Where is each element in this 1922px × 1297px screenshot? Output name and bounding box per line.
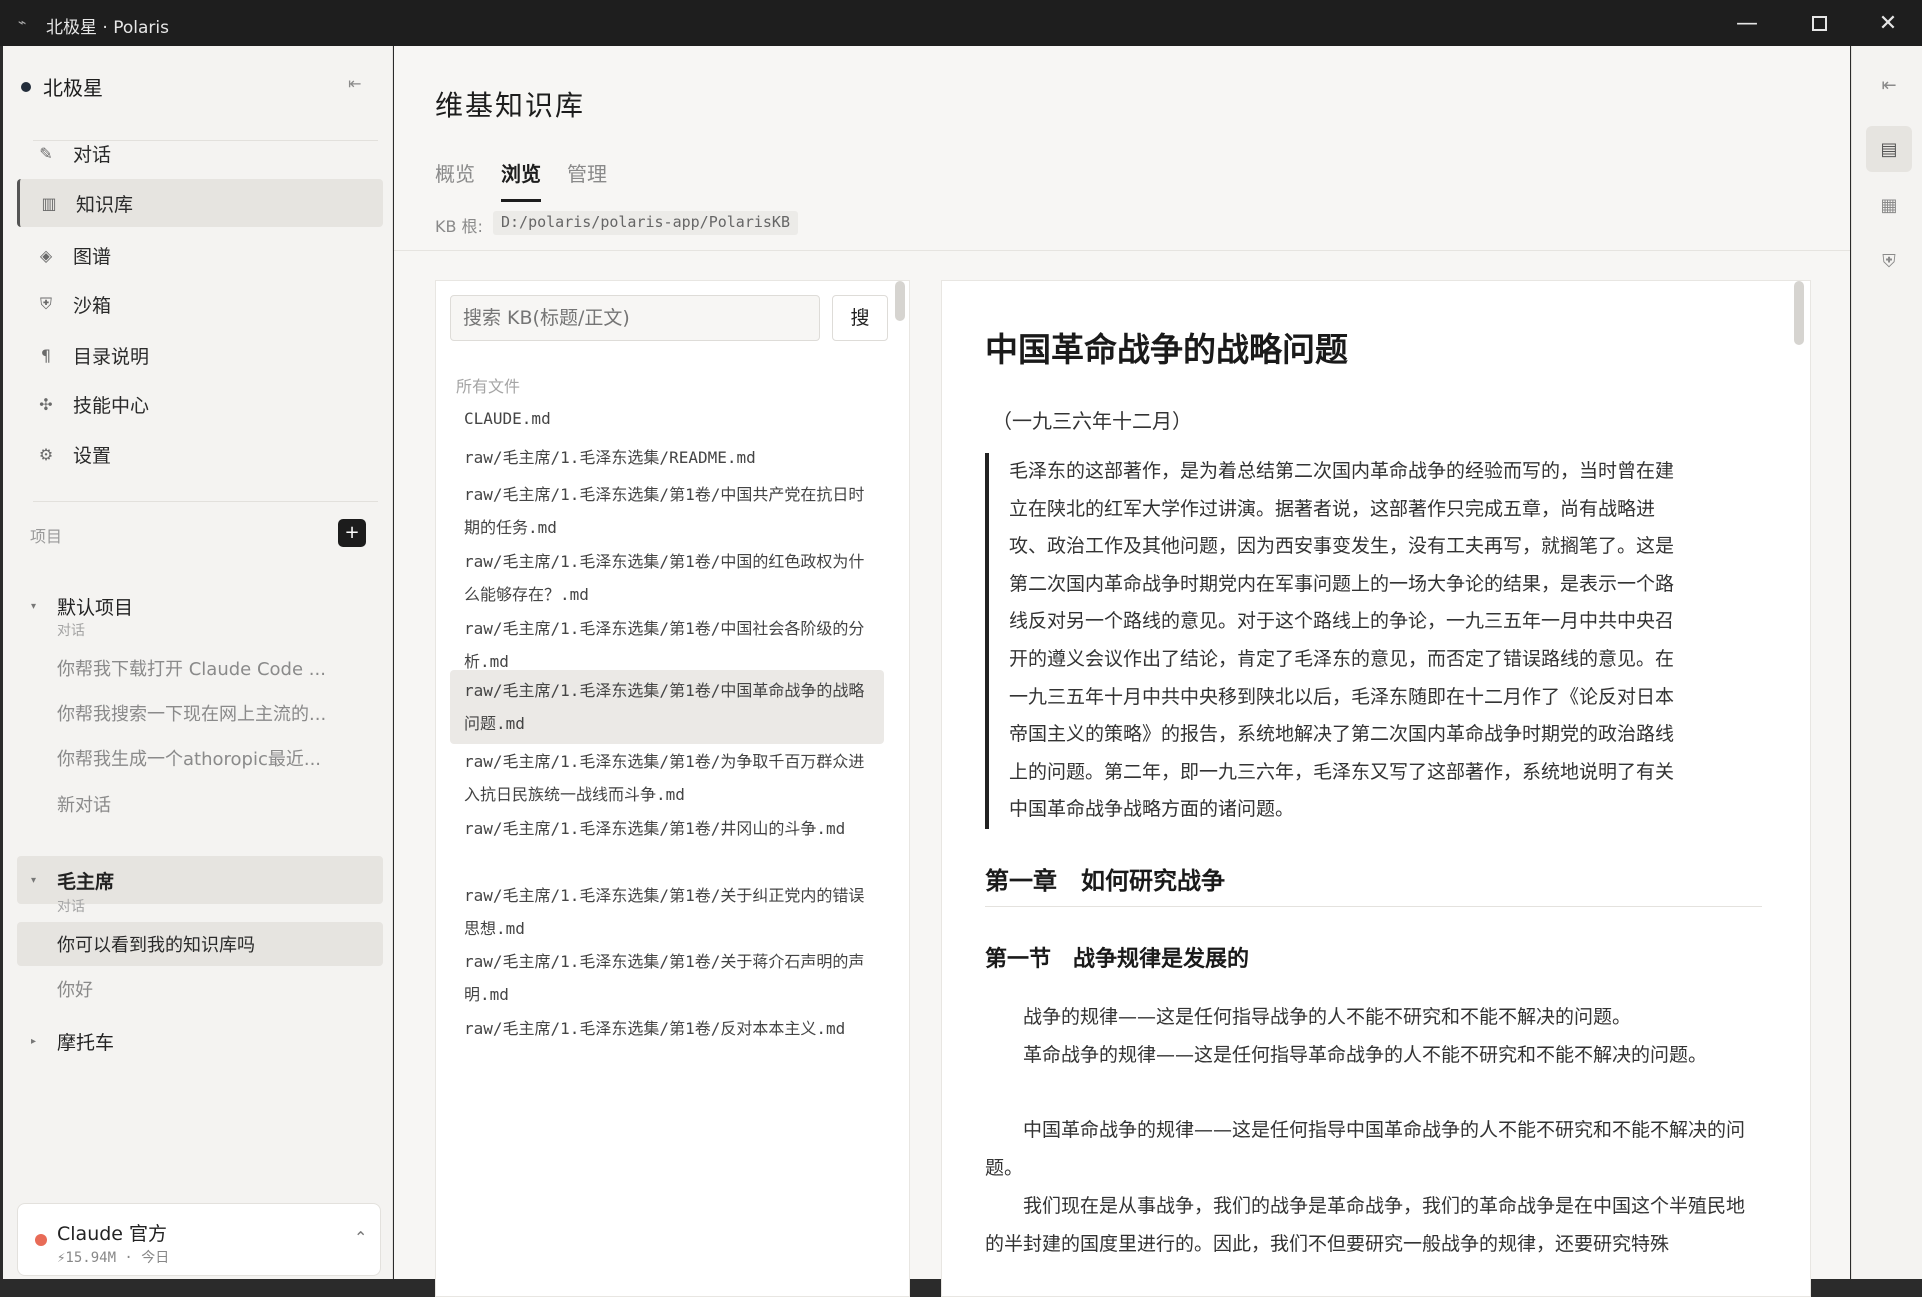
scrollbar-thumb[interactable]	[1794, 281, 1804, 345]
search-button[interactable]: 搜	[832, 295, 888, 341]
model-name: Claude 官方	[57, 1223, 168, 1245]
nav-label: 目录说明	[73, 345, 150, 368]
file-item[interactable]: raw/毛主席/1.毛泽东选集/第1卷/反对本本主义.md	[450, 1012, 884, 1045]
projects-label: 项目	[30, 527, 63, 546]
project-name: 默认项目	[57, 596, 134, 619]
file-list-panel: 搜 所有文件 CLAUDE.md raw/毛主席/1.毛泽东选集/README.…	[435, 280, 910, 1297]
document-preface-quote: 毛泽东的这部著作，是为着总结第二次国内革命战争的经验而写的，当时曾在建立在陕北的…	[985, 453, 1685, 829]
file-item[interactable]: raw/毛主席/1.毛泽东选集/第1卷/关于纠正党内的错误思想.md	[450, 879, 884, 945]
paragraph: 战争的规律——这是任何指导战争的人不能不研究和不能不解决的问题。	[1023, 1006, 1632, 1028]
nav-item-chat[interactable]: ✎ 对话	[17, 129, 383, 177]
nav-item-settings[interactable]: ⚙ 设置	[17, 430, 383, 478]
gear-icon: ⚙	[38, 444, 54, 464]
chevron-up-icon: ⌃	[354, 1228, 368, 1247]
grid-icon[interactable]: ▦	[1866, 182, 1912, 228]
nav-label: 对话	[73, 143, 112, 166]
document-title: 中国革命战争的战略问题	[985, 330, 1348, 369]
title-bar: ⌁ 北极星 · Polaris — ✕	[0, 0, 1922, 46]
caret-right-icon: ▸	[31, 1035, 37, 1047]
divider	[985, 906, 1762, 907]
paragraph-icon: ¶	[40, 345, 52, 365]
sidebar: 北极星 ⇤ ✎ 对话 ▥ 知识库 ◈ 图谱 ⛨ 沙箱 ¶ 目录说明 ✣ 技能中心…	[3, 46, 393, 1279]
conversations-label: 对话	[57, 899, 85, 915]
right-rail: ⇤ ▤ ▦ ⛨	[1851, 46, 1922, 1279]
pen-icon: ✎	[39, 143, 53, 163]
file-item[interactable]: raw/毛主席/1.毛泽东选集/第1卷/为争取千百万群众进入抗日民族统一战线而斗…	[450, 745, 884, 811]
file-item[interactable]: raw/毛主席/1.毛泽东选集/第1卷/中国的红色政权为什么能够存在？.md	[450, 545, 884, 611]
conversation-item[interactable]: 新对话	[17, 782, 383, 826]
conversation-item[interactable]: 你可以看到我的知识库吗	[17, 922, 383, 966]
add-project-button[interactable]: +	[338, 519, 366, 547]
graph-icon: ◈	[39, 245, 53, 265]
nav-item-graph[interactable]: ◈ 图谱	[17, 231, 383, 279]
kb-root-label: KB 根:	[435, 217, 483, 236]
collapse-sidebar-icon[interactable]: ⇤	[348, 74, 361, 93]
link-icon: ⌁	[18, 15, 27, 31]
maximize-icon	[1811, 15, 1827, 31]
brand-dot-icon	[21, 81, 31, 92]
nav-label: 图谱	[73, 245, 112, 268]
file-item[interactable]: raw/毛主席/1.毛泽东选集/第1卷/中国社会各阶级的分析.md	[450, 612, 884, 678]
minimize-button[interactable]: —	[1711, 0, 1783, 46]
conversation-item[interactable]: 你好	[17, 967, 383, 1011]
project-name: 毛主席	[57, 870, 115, 893]
tab-browse[interactable]: 浏览	[501, 158, 541, 202]
document-date: （一九三六年十二月）	[992, 409, 1192, 433]
kb-root-path: D:/polaris/polaris-app/PolarisKB	[493, 211, 798, 235]
divider	[33, 501, 378, 502]
caret-down-icon: ▾	[31, 600, 37, 612]
shield-plus-icon[interactable]: ⛨	[1866, 238, 1912, 284]
divider	[394, 250, 1850, 251]
nav-item-skills[interactable]: ✣ 技能中心	[17, 380, 383, 428]
collapse-panel-icon[interactable]: ⇤	[1866, 62, 1912, 108]
puzzle-icon: ✣	[39, 394, 53, 414]
conversation-item[interactable]: 你帮我搜索一下现在网上主流的...	[17, 691, 383, 735]
nav-item-sandbox[interactable]: ⛨ 沙箱	[17, 280, 383, 328]
section-heading: 第一节 战争规律是发展的	[985, 946, 1250, 972]
nav-item-directory[interactable]: ¶ 目录说明	[17, 331, 383, 379]
paragraph: 我们现在是从事战争，我们的战争是革命战争，我们的革命战争是在中国这个半殖民地的半…	[985, 1195, 1746, 1255]
window-title: 北极星 · Polaris	[46, 18, 169, 38]
tab-overview[interactable]: 概览	[435, 158, 475, 199]
shield-icon: ⛨	[39, 294, 52, 313]
model-usage: ⚡15.94M · 今日	[57, 1250, 170, 1266]
nav-label: 沙箱	[73, 294, 112, 317]
brand-name: 北极星	[43, 76, 103, 100]
document-icon[interactable]: ▤	[1866, 126, 1912, 172]
nav-label: 知识库	[76, 193, 134, 216]
brand: 北极星	[21, 72, 103, 101]
file-item[interactable]: raw/毛主席/1.毛泽东选集/第1卷/关于蒋介石声明的声明.md	[450, 945, 884, 1011]
file-item[interactable]: raw/毛主席/1.毛泽东选集/第1卷/井冈山的斗争.md	[450, 812, 884, 845]
paragraph: 中国革命战争的规律——这是任何指导中国革命战争的人不能不研究和不能不解决的问题。	[985, 1119, 1746, 1179]
document-viewer: 中国革命战争的战略问题 （一九三六年十二月） 毛泽东的这部著作，是为着总结第二次…	[941, 280, 1811, 1297]
nav-label: 技能中心	[73, 394, 150, 417]
library-icon: ▥	[41, 193, 57, 213]
nav-item-knowledge-base[interactable]: ▥ 知识库	[17, 179, 383, 227]
tab-manage[interactable]: 管理	[567, 158, 607, 199]
project-name: 摩托车	[57, 1031, 115, 1054]
status-dot-icon	[35, 1234, 47, 1246]
model-selector[interactable]: Claude 官方 ⚡15.94M · 今日 ⌃	[17, 1203, 381, 1276]
page-title: 维基知识库	[435, 89, 586, 122]
conversation-item[interactable]: 你帮我下载打开 Claude Code ...	[17, 646, 383, 690]
close-button[interactable]: ✕	[1852, 0, 1922, 46]
file-item-active[interactable]: raw/毛主席/1.毛泽东选集/第1卷/中国革命战争的战略问题.md	[450, 670, 884, 744]
project-motorcycle[interactable]: ▸ 摩托车	[17, 1017, 383, 1065]
file-item[interactable]: CLAUDE.md	[450, 402, 884, 435]
caret-down-icon: ▾	[31, 874, 37, 886]
file-item[interactable]: raw/毛主席/1.毛泽东选集/README.md	[450, 441, 884, 474]
main-content: 维基知识库 概览 浏览 管理 KB 根: D:/polaris/polaris-…	[394, 46, 1850, 1297]
search-input[interactable]	[450, 295, 820, 341]
nav-label: 设置	[73, 444, 112, 467]
chapter-heading: 第一章 如何研究战争	[985, 866, 1225, 895]
file-item[interactable]: raw/毛主席/1.毛泽东选集/第1卷/中国共产党在抗日时期的任务.md	[450, 478, 884, 544]
all-files-label: 所有文件	[456, 377, 521, 396]
paragraph: 革命战争的规律——这是任何指导革命战争的人不能不研究和不能不解决的问题。	[1023, 1044, 1708, 1066]
scrollbar-thumb[interactable]	[895, 281, 905, 321]
conversation-item[interactable]: 你帮我生成一个athoropic最近...	[17, 736, 383, 780]
conversations-label: 对话	[57, 623, 85, 639]
maximize-button[interactable]	[1783, 0, 1855, 46]
